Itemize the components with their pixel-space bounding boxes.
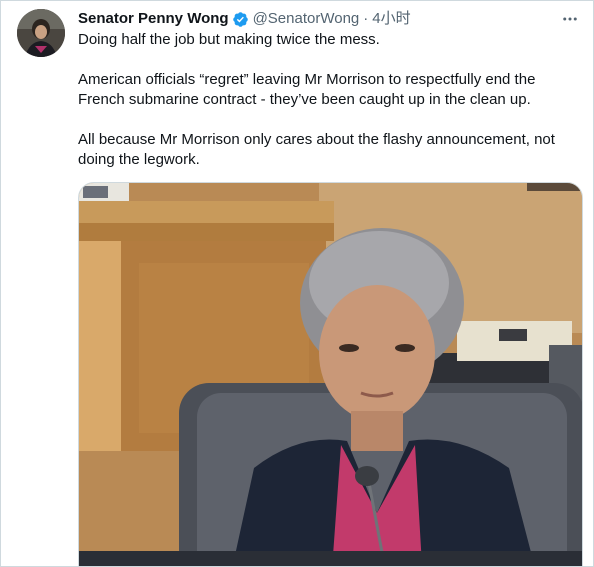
tweet-paragraph: All because Mr Morrison only cares about… [78,131,555,168]
tweet-paragraph: American officials “regret” leaving Mr M… [78,71,536,108]
verified-badge-icon [232,11,249,28]
tweet-header: Senator Penny Wong @SenatorWong · 4小时 [78,9,553,29]
avatar-image [17,9,65,57]
author-name[interactable]: Senator Penny Wong [78,9,229,29]
tweet-card: Senator Penny Wong @SenatorWong · 4小时 Do… [0,0,594,567]
tweet-text: Doing half the job but making twice the … [78,30,583,170]
tweet-timestamp[interactable]: 4小时 [372,9,410,29]
more-dots-icon[interactable] [559,9,581,29]
tweet-paragraph: Doing half the job but making twice the … [78,31,380,48]
separator-dot: · [363,10,369,27]
author-handle[interactable]: @SenatorWong [253,9,360,29]
video-frame-image [79,183,582,566]
avatar[interactable] [17,9,65,57]
tweet-video[interactable] [78,182,583,566]
